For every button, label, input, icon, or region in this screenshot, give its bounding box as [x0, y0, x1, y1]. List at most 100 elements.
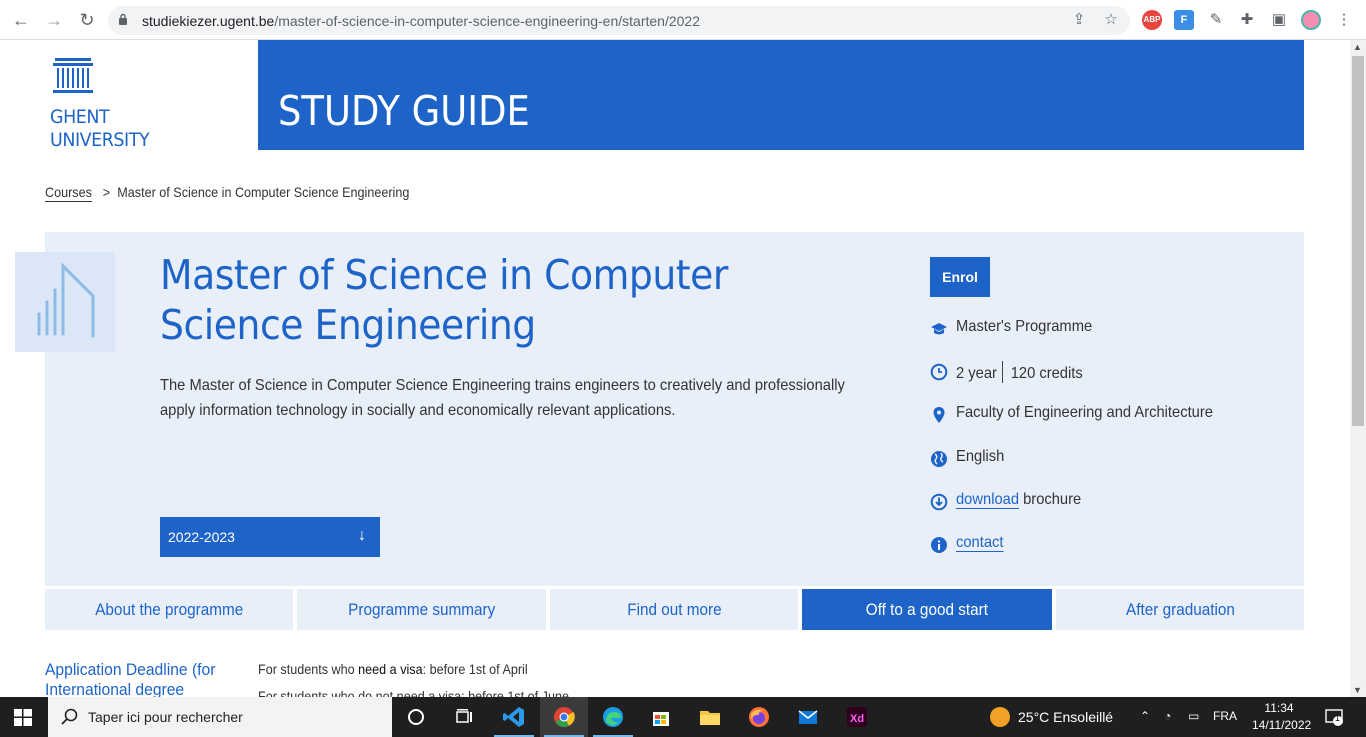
ghent-university-logo[interactable]: GHENT UNIVERSITY [50, 58, 170, 158]
share-icon[interactable]: ⇪ [1070, 11, 1088, 29]
programme-chart-icon [15, 252, 115, 352]
deadline-visa-text: For students who need a visa: before 1st… [258, 661, 528, 677]
show-hidden-icons-chevron-icon[interactable]: ⌃ [1140, 709, 1150, 723]
programme-type: Master's Programme [956, 318, 1093, 335]
weather-widget[interactable]: 25°C Ensoleillé [990, 707, 1113, 727]
scroll-down-arrow-icon[interactable]: ▼ [1353, 685, 1362, 695]
tab-label: Off to a good start [865, 600, 989, 619]
location-pin-icon [933, 407, 945, 423]
search-icon [61, 708, 78, 725]
back-icon[interactable]: ← [10, 9, 32, 31]
extension-f-icon[interactable]: F [1174, 10, 1194, 30]
profile-avatar[interactable] [1301, 10, 1321, 30]
clock-date: 14/11/2022 [1252, 718, 1312, 732]
adblock-extension-icon[interactable]: ABP [1142, 10, 1162, 30]
input-language[interactable]: FRA [1213, 709, 1237, 723]
weather-text: 25°C Ensoleillé [1018, 709, 1114, 725]
url-host: studiekiezer.ugent.be [142, 13, 275, 29]
application-deadline-heading: Application Deadline (for International … [45, 660, 216, 697]
programme-language: English [956, 448, 1005, 465]
programme-credits: 120 credits [1010, 365, 1083, 382]
programme-duration: 2 year [956, 365, 997, 382]
arrow-down-icon: ↓ [358, 527, 366, 544]
taskbar-clock[interactable]: 11:34 14/11/2022 [1252, 700, 1312, 734]
firefox-icon[interactable] [735, 697, 783, 737]
breadcrumb-current: Master of Science in Computer Science En… [117, 184, 410, 200]
taskbar-search-placeholder: Taper ici pour rechercher [88, 709, 243, 725]
svg-text:Xd: Xd [850, 713, 864, 725]
chrome-icon[interactable] [540, 697, 588, 737]
scroll-up-arrow-icon[interactable]: ▲ [1353, 42, 1362, 52]
programme-title: Master of Science in Computer Science En… [160, 251, 728, 349]
battery-icon[interactable]: ▭ [1188, 709, 1199, 723]
task-view-icon[interactable] [440, 697, 488, 737]
scrollbar-thumb[interactable] [1352, 56, 1364, 426]
graduation-cap-icon [931, 323, 947, 335]
breadcrumb: Courses > Master of Science in Computer Sc… [45, 184, 409, 200]
forward-icon[interactable]: → [43, 9, 65, 31]
tab-off-to-a-good-start[interactable]: Off to a good start [802, 589, 1052, 630]
extensions-puzzle-icon[interactable]: ✚ [1238, 11, 1256, 29]
deadline-no-visa-text: For students who do not need a visa: bef… [258, 688, 570, 697]
globe-icon [931, 451, 947, 467]
tab-label: Programme summary [347, 600, 496, 619]
university-building-icon [53, 58, 93, 93]
mail-icon[interactable] [784, 697, 832, 737]
tab-label: Find out more [626, 600, 722, 619]
brochure-label: brochure [1019, 491, 1082, 508]
study-guide-banner: STUDY GUIDE [258, 40, 1304, 150]
contact-link[interactable]: contact [956, 534, 1003, 552]
network-icon[interactable]: ◔ [1164, 709, 1171, 723]
address-bar[interactable]: studiekiezer.ugent.be/master-of-science-… [108, 6, 1130, 35]
taskbar-search-box[interactable]: Taper ici pour rechercher [48, 697, 392, 737]
academic-year-select[interactable]: 2022-2023 ↓ [160, 517, 380, 557]
programme-tabs: About the programme Programme summary Fi… [45, 589, 1304, 630]
bookmark-star-icon[interactable]: ☆ [1102, 11, 1120, 29]
page-content: GHENT UNIVERSITY STUDY GUIDE Courses > Mas… [0, 40, 1350, 697]
side-panel-icon[interactable]: ▣ [1270, 11, 1288, 29]
tab-after-graduation[interactable]: After graduation [1056, 589, 1304, 630]
tab-label: After graduation [1125, 600, 1235, 619]
breadcrumb-courses-link[interactable]: Courses [45, 184, 92, 200]
file-explorer-icon[interactable] [686, 697, 734, 737]
notification-count: 1 [1335, 713, 1341, 723]
programme-faculty: Faculty of Engineering and Architecture [956, 404, 1213, 421]
lock-icon [119, 13, 127, 25]
browser-toolbar: ← → ↻ studiekiezer.ugent.be/master-of-sc… [0, 0, 1366, 40]
tab-programme-summary[interactable]: Programme summary [297, 589, 546, 630]
banner-title: STUDY GUIDE [278, 87, 530, 135]
url-path: /master-of-science-in-computer-science-e… [274, 13, 700, 29]
eyedropper-icon[interactable]: ✎ [1207, 11, 1225, 29]
cortana-icon[interactable] [392, 697, 440, 737]
clock-icon [930, 363, 948, 381]
windows-start-icon[interactable] [14, 709, 32, 726]
programme-description: The Master of Science in Computer Scienc… [160, 377, 845, 419]
deadline-text-emphasis: need a visa [358, 661, 423, 677]
tab-about-the-programme[interactable]: About the programme [45, 589, 293, 630]
tab-find-out-more[interactable]: Find out more [550, 589, 798, 630]
enrol-button[interactable]: Enrol [930, 257, 990, 297]
sun-icon [990, 707, 1010, 727]
page-scrollbar[interactable]: ▲ ▼ [1350, 40, 1366, 697]
deadline-text-part: For students who [258, 661, 359, 677]
microsoft-store-icon[interactable] [637, 697, 685, 737]
logo-text-university: UNIVERSITY [50, 129, 150, 151]
download-icon [930, 493, 948, 511]
logo-text-ghent: GHENT [50, 106, 110, 128]
edge-icon[interactable] [589, 697, 637, 737]
divider [1002, 361, 1004, 383]
adobe-xd-icon[interactable]: Xd [833, 697, 881, 737]
windows-taskbar: Taper ici pour rechercher Xd 25°C Ensole… [0, 697, 1366, 737]
menu-kebab-icon[interactable]: ⋮ [1335, 11, 1353, 29]
vscode-icon[interactable] [490, 697, 538, 737]
breadcrumb-separator: > [102, 184, 111, 200]
tab-label: About the programme [95, 600, 243, 619]
download-brochure-link[interactable]: download [956, 491, 1019, 508]
url-text: studiekiezer.ugent.be/master-of-science-… [142, 13, 700, 29]
reload-icon[interactable]: ↻ [76, 9, 98, 31]
clock-time: 11:34 [1264, 701, 1294, 715]
academic-year-value: 2022-2023 [168, 529, 235, 545]
notification-center-icon[interactable]: 1 [1324, 707, 1344, 730]
deadline-text-part: : before 1st of April [422, 661, 528, 677]
info-icon [931, 537, 947, 553]
